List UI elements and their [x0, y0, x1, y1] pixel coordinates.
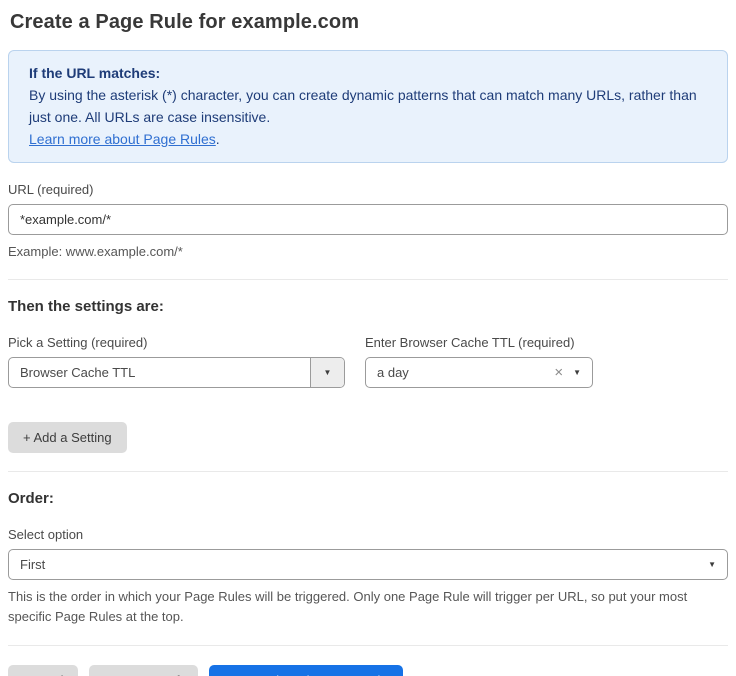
order-helper-text: This is the order in which your Page Rul…: [8, 587, 718, 627]
save-and-deploy-button[interactable]: Save and Deploy Page Rule: [209, 665, 402, 676]
create-page-rule-panel: Create a Page Rule for example.com If th…: [0, 0, 736, 676]
divider: [8, 645, 728, 646]
setting-picker-label: Pick a Setting (required): [8, 335, 345, 350]
page-title: Create a Page Rule for example.com: [10, 11, 726, 34]
info-link-line: Learn more about Page Rules.: [29, 128, 707, 150]
save-as-draft-button[interactable]: Save as Draft: [89, 665, 198, 676]
order-select[interactable]: First ▼: [8, 549, 728, 580]
info-body-text: By using the asterisk (*) character, you…: [29, 87, 697, 125]
setting-picker-value: Browser Cache TTL: [9, 358, 310, 387]
clear-icon[interactable]: ×: [550, 365, 573, 380]
url-field-label: URL (required): [8, 182, 728, 197]
divider: [8, 471, 728, 472]
divider: [8, 279, 728, 280]
setting-picker-group: Pick a Setting (required) Browser Cache …: [8, 335, 345, 388]
ttl-picker-group: Enter Browser Cache TTL (required) a day…: [365, 335, 593, 388]
settings-section-heading: Then the settings are:: [8, 298, 728, 315]
order-select-label: Select option: [8, 527, 728, 542]
url-example-helper: Example: www.example.com/*: [8, 242, 728, 261]
link-period: .: [216, 131, 220, 147]
learn-more-link[interactable]: Learn more about Page Rules: [29, 131, 216, 147]
setting-picker-caret-box[interactable]: ▼: [310, 358, 344, 387]
info-heading: If the URL matches:: [29, 62, 707, 84]
settings-row: Pick a Setting (required) Browser Cache …: [8, 335, 728, 388]
url-input[interactable]: [8, 204, 728, 235]
setting-picker-select[interactable]: Browser Cache TTL ▼: [8, 357, 345, 388]
chevron-down-icon: ▼: [708, 561, 716, 569]
add-setting-button[interactable]: + Add a Setting: [8, 422, 127, 453]
ttl-picker-label: Enter Browser Cache TTL (required): [365, 335, 593, 350]
chevron-down-icon: ▼: [324, 369, 332, 377]
ttl-picker-select[interactable]: a day × ▼: [365, 357, 593, 388]
order-select-value: First: [20, 557, 708, 572]
add-setting-wrap: + Add a Setting: [8, 422, 728, 453]
cancel-button[interactable]: Cancel: [8, 665, 78, 676]
footer-buttons: Cancel Save as Draft Save and Deploy Pag…: [8, 665, 728, 676]
url-match-info-callout: If the URL matches: By using the asteris…: [8, 50, 728, 163]
ttl-picker-value: a day: [377, 365, 550, 380]
info-body: By using the asterisk (*) character, you…: [29, 84, 707, 128]
chevron-down-icon: ▼: [573, 369, 581, 377]
order-section-heading: Order:: [8, 490, 728, 507]
